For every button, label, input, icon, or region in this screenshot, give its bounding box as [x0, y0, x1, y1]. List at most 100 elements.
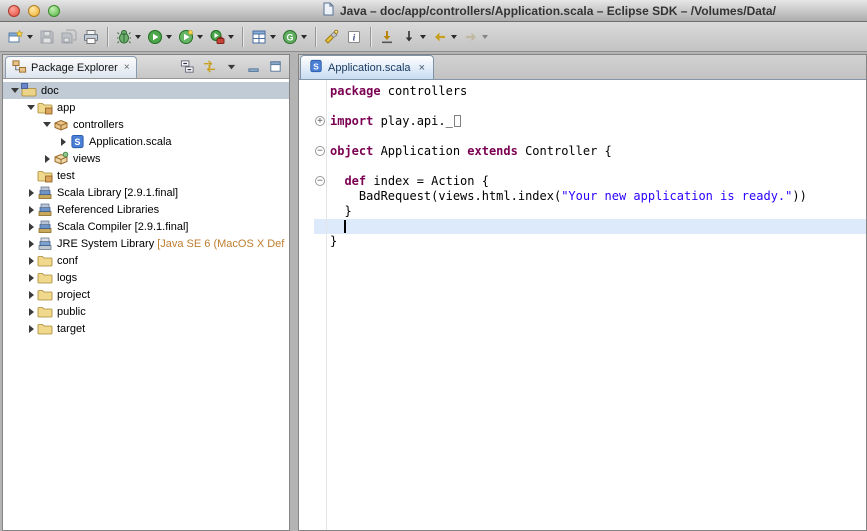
dropdown-arrow-icon[interactable]: [228, 35, 234, 39]
collapsed-arrow-icon[interactable]: [25, 308, 37, 316]
toolbar-separator: [370, 27, 371, 47]
code-line-6[interactable]: [327, 159, 866, 174]
link-with-editor-button[interactable]: [201, 58, 218, 75]
dropdown-arrow-icon[interactable]: [270, 35, 276, 39]
collapsed-arrow-icon[interactable]: [41, 155, 53, 163]
collapsed-arrow-icon[interactable]: [25, 189, 37, 197]
expanded-arrow-icon[interactable]: [9, 88, 21, 93]
back-button[interactable]: [429, 25, 460, 49]
collapsed-arrow-icon[interactable]: [25, 325, 37, 333]
code-area[interactable]: package controllers import play.api._obje…: [327, 80, 866, 530]
tree-item-conf[interactable]: conf: [3, 252, 289, 269]
panel-sash[interactable]: [290, 54, 298, 531]
dropdown-arrow-icon[interactable]: [482, 35, 488, 39]
new-button[interactable]: [5, 25, 36, 49]
editor-area: S Application.scala × + − − package contro…: [298, 54, 867, 531]
fold-expand-icon[interactable]: +: [315, 116, 325, 126]
dropdown-arrow-icon[interactable]: [451, 35, 457, 39]
tree-item-controllers[interactable]: controllers: [3, 116, 289, 133]
tree-item-referenced-libraries[interactable]: Referenced Libraries: [3, 201, 289, 218]
tree-item-views[interactable]: views: [3, 150, 289, 167]
code-line-11[interactable]: }: [327, 234, 866, 249]
tree-item-label: app: [57, 102, 75, 114]
workbench-area: Package Explorer × doc app controllersSApp…: [0, 52, 867, 531]
dropdown-arrow-icon[interactable]: [135, 35, 141, 39]
scala-file-icon: S: [69, 134, 85, 150]
grid-button[interactable]: [248, 25, 279, 49]
info-button[interactable]: i: [343, 25, 365, 49]
collapse-all-button[interactable]: [179, 58, 196, 75]
dropdown-arrow-icon[interactable]: [420, 35, 426, 39]
titlebar[interactable]: Java – doc/app/controllers/Application.s…: [0, 0, 867, 22]
run-history-button[interactable]: [175, 25, 206, 49]
debug-bug-icon: [116, 29, 132, 45]
expanded-arrow-icon[interactable]: [25, 105, 37, 110]
tree-item-logs[interactable]: logs: [3, 269, 289, 286]
last-edit-location-button[interactable]: [376, 25, 398, 49]
collapsed-arrow-icon[interactable]: [25, 291, 37, 299]
code-line-7[interactable]: def index = Action {: [327, 174, 866, 189]
tree-item-scala-library-2-9-1-final[interactable]: Scala Library [2.9.1.final]: [3, 184, 289, 201]
maximize-view-button[interactable]: [267, 58, 284, 75]
dropdown-arrow-icon[interactable]: [197, 35, 203, 39]
code-line-9[interactable]: }: [327, 204, 866, 219]
code-line-10[interactable]: [327, 219, 866, 234]
collapsed-arrow-icon[interactable]: [25, 257, 37, 265]
minimize-window-button[interactable]: [28, 5, 40, 17]
collapsed-arrow-icon[interactable]: [25, 223, 37, 231]
run-button[interactable]: [144, 25, 175, 49]
debug-button[interactable]: [113, 25, 144, 49]
expanded-arrow-icon[interactable]: [41, 122, 53, 127]
code-line-4[interactable]: [327, 129, 866, 144]
dropdown-arrow-icon[interactable]: [27, 35, 33, 39]
search-button[interactable]: [321, 25, 343, 49]
save-all-button[interactable]: [58, 25, 80, 49]
collapsed-arrow-icon[interactable]: [57, 138, 69, 146]
tree-item-application-scala[interactable]: SApplication.scala: [3, 133, 289, 150]
tree-item-public[interactable]: public: [3, 303, 289, 320]
annotation-ruler[interactable]: [299, 80, 314, 530]
tree-item-app[interactable]: app: [3, 99, 289, 116]
close-view-icon[interactable]: ×: [124, 62, 130, 73]
editor-tab-application-scala[interactable]: S Application.scala ×: [300, 55, 434, 79]
editor-body: + − − package controllers import play.api._…: [299, 80, 866, 530]
g-button[interactable]: G: [279, 25, 310, 49]
code-line-1[interactable]: package controllers: [327, 84, 866, 99]
eclipse-window: Java – doc/app/controllers/Application.s…: [0, 0, 867, 531]
print-button[interactable]: [80, 25, 102, 49]
tree-item-doc[interactable]: doc: [3, 82, 289, 99]
tree-item-jre-system-library[interactable]: JRE System Library[Java SE 6 (MacOS X De…: [3, 235, 289, 252]
run-icon: [147, 29, 163, 45]
folding-ruler[interactable]: + − −: [314, 80, 327, 530]
package-explorer-view: Package Explorer × doc app controllersSApp…: [2, 54, 290, 531]
forward-button[interactable]: [460, 25, 491, 49]
external-tools-button[interactable]: [206, 25, 237, 49]
save-button[interactable]: [36, 25, 58, 49]
forward-arrow-icon: [463, 29, 479, 45]
folder-icon: [37, 270, 53, 286]
view-menu-button[interactable]: [223, 58, 240, 75]
tree-item-project[interactable]: project: [3, 286, 289, 303]
fold-collapse-icon[interactable]: −: [315, 176, 325, 186]
main-toolbar: G i: [0, 22, 867, 52]
code-line-5[interactable]: object Application extends Controller {: [327, 144, 866, 159]
close-tab-icon[interactable]: ×: [419, 62, 425, 74]
code-line-8[interactable]: BadRequest(views.html.index("Your new ap…: [327, 189, 866, 204]
code-line-3[interactable]: import play.api._: [327, 114, 866, 129]
tree-item-scala-compiler-2-9-1-final[interactable]: Scala Compiler [2.9.1.final]: [3, 218, 289, 235]
dropdown-arrow-icon[interactable]: [166, 35, 172, 39]
fold-collapse-icon[interactable]: −: [315, 146, 325, 156]
next-annotation-button[interactable]: [398, 25, 429, 49]
tree-item-target[interactable]: target: [3, 320, 289, 337]
close-window-button[interactable]: [8, 5, 20, 17]
dropdown-arrow-icon[interactable]: [301, 35, 307, 39]
collapsed-arrow-icon[interactable]: [25, 206, 37, 214]
collapsed-arrow-icon[interactable]: [25, 240, 37, 248]
tree-item-test[interactable]: test: [3, 167, 289, 184]
code-line-2[interactable]: [327, 99, 866, 114]
collapsed-arrow-icon[interactable]: [25, 274, 37, 282]
tree-item-decoration: [Java SE 6 (MacOS X Def: [157, 238, 284, 250]
zoom-window-button[interactable]: [48, 5, 60, 17]
package-explorer-tab[interactable]: Package Explorer ×: [5, 56, 137, 78]
minimize-view-button[interactable]: [245, 58, 262, 75]
